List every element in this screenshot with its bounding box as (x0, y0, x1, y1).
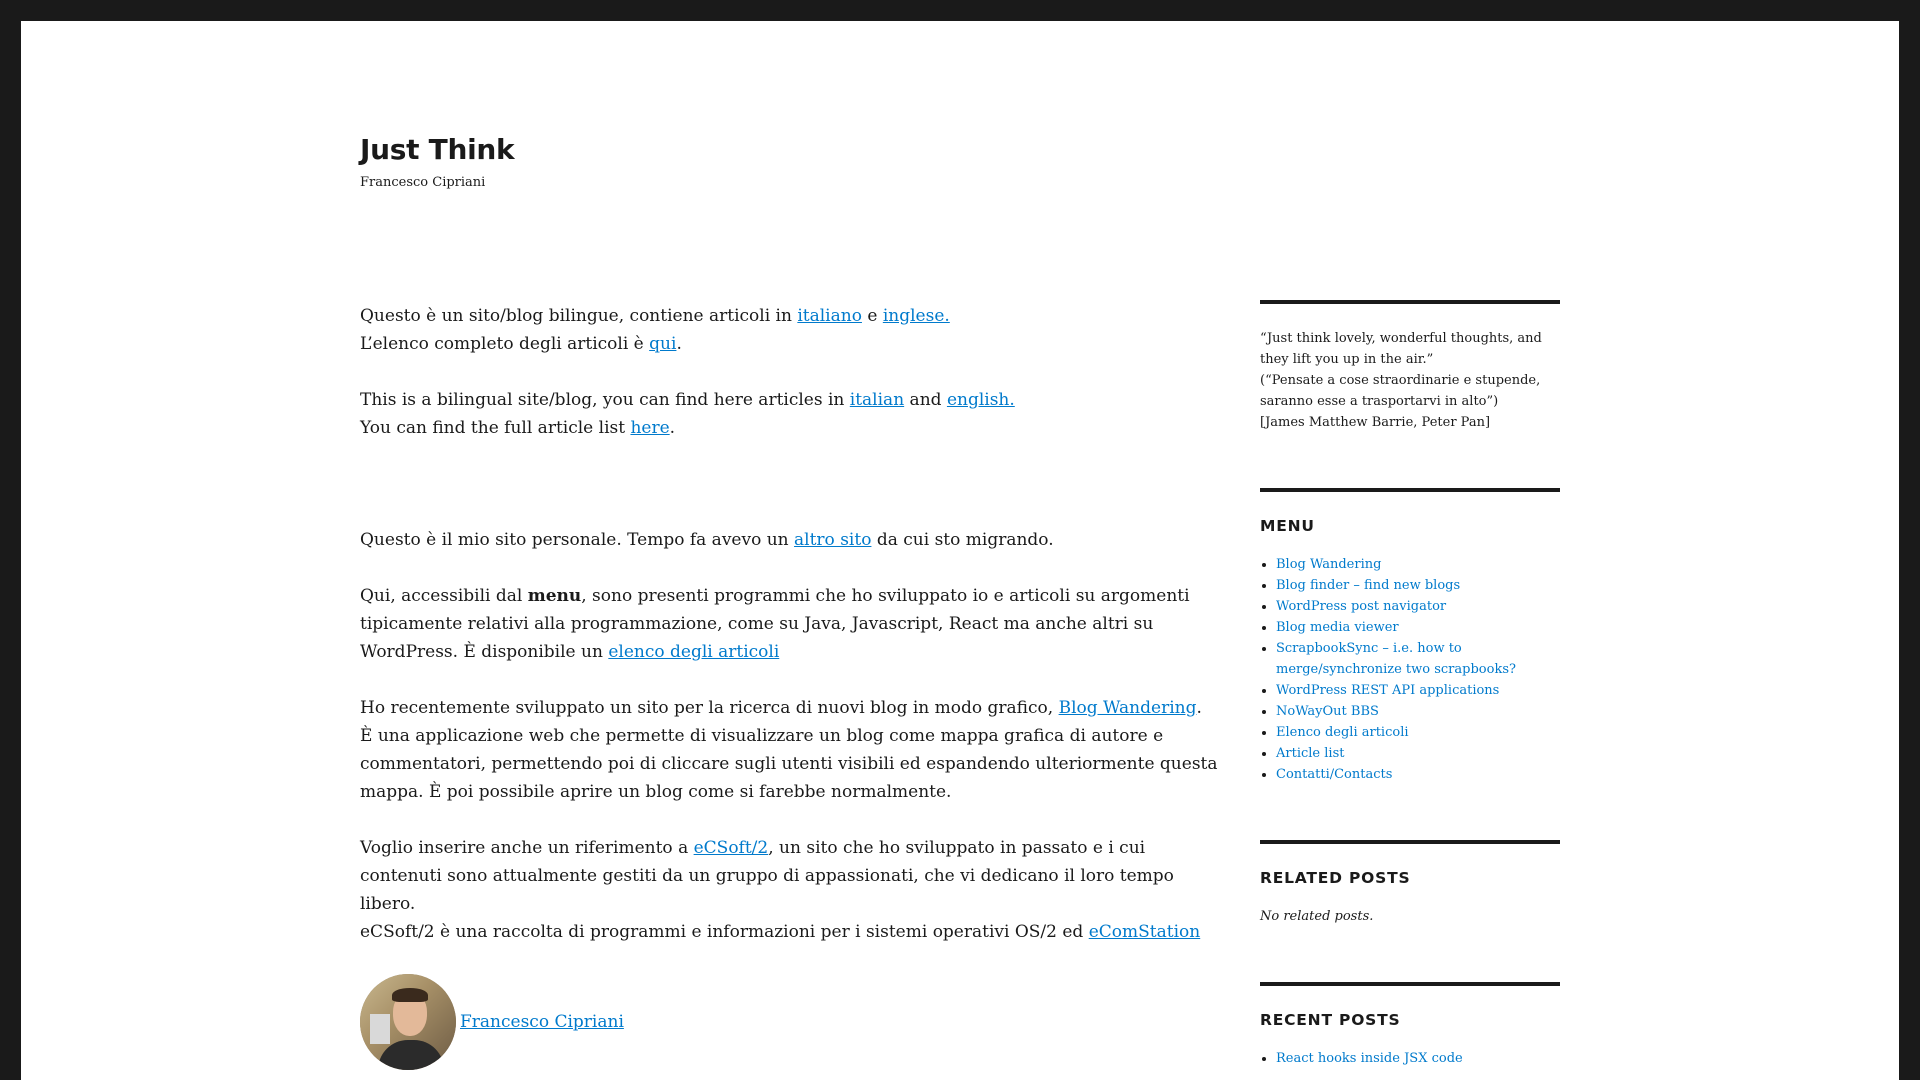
intro-text: . (676, 334, 682, 354)
intro-text: This is a bilingual site/blog, you can f… (360, 390, 850, 410)
page: Just Think Francesco Cipriani Questo è u… (21, 21, 1899, 1080)
recent-post-item[interactable]: React hooks inside JSX code (1276, 1048, 1560, 1069)
elenco-articoli-link[interactable]: elenco degli articoli (608, 642, 779, 662)
body-text: È una applicazione web che permette di v… (360, 726, 1218, 802)
recent-post-link[interactable]: React hooks inside JSX code (1276, 1051, 1463, 1066)
menu-item-label[interactable]: Blog media viewer (1276, 620, 1399, 635)
author-box: Francesco Cipriani (360, 974, 1220, 1070)
recent-posts-widget: RECENT POSTS React hooks inside JSX code (1260, 982, 1560, 1069)
menu-widget: MENU Blog Wandering Blog finder – find n… (1260, 488, 1560, 785)
altro-sito-link[interactable]: altro sito (794, 530, 871, 550)
quote-text: “Just think lovely, wonderful thoughts, … (1260, 331, 1542, 367)
menu-bold-text: menu (527, 586, 582, 606)
body-paragraph-3: Ho recentemente sviluppato un sito per l… (360, 694, 1220, 806)
menu-item-label[interactable]: WordPress REST API applications (1276, 683, 1499, 698)
menu-item-label[interactable]: NoWayOut BBS (1276, 704, 1379, 719)
recent-posts-list: React hooks inside JSX code (1260, 1048, 1560, 1069)
body-text: Ho recentemente sviluppato un sito per l… (360, 698, 1059, 718)
menu-item-label[interactable]: Elenco degli articoli (1276, 725, 1409, 740)
body-paragraph-4: Voglio inserire anche un riferimento a e… (360, 834, 1220, 946)
quote-attribution: [James Matthew Barrie, Peter Pan] (1260, 415, 1491, 430)
intro-en-line2: You can find the full article list here. (360, 414, 1220, 442)
menu-item[interactable]: WordPress REST API applications (1276, 680, 1560, 701)
menu-item-label[interactable]: Article list (1276, 746, 1344, 761)
body-text: da cui sto migrando. (871, 530, 1054, 550)
intro-text: L’elenco completo degli articoli è (360, 334, 650, 354)
menu-item[interactable]: WordPress post navigator (1276, 596, 1560, 617)
blog-wandering-link[interactable]: Blog Wandering (1059, 698, 1197, 718)
body-text: Questo è il mio sito personale. Tempo fa… (360, 530, 795, 550)
intro-text: . (669, 418, 676, 438)
intro-it-line1: Questo è un sito/blog bilingue, contiene… (360, 302, 1220, 330)
menu-list: Blog Wandering Blog finder – find new bl… (1260, 554, 1560, 785)
related-posts-title: RELATED POSTS (1260, 869, 1411, 887)
quote-widget: “Just think lovely, wonderful thoughts, … (1260, 300, 1560, 433)
intro-it-line2: L’elenco completo degli articoli è qui. (360, 330, 1220, 358)
quote-translation: (“Pensate a cose straordinarie e stupend… (1260, 373, 1541, 409)
italian-link[interactable]: italian (850, 390, 904, 410)
here-link[interactable]: here (630, 418, 669, 438)
menu-item-label[interactable]: WordPress post navigator (1276, 599, 1446, 614)
body-text: Qui, accessibili dal (360, 586, 528, 606)
menu-item-label[interactable]: Blog finder – find new blogs (1276, 578, 1460, 593)
menu-item-label[interactable]: Blog Wandering (1276, 557, 1381, 572)
related-posts-empty: No related posts. (1260, 909, 1374, 924)
menu-title: MENU (1260, 517, 1315, 535)
related-posts-widget: RELATED POSTS No related posts. (1260, 840, 1560, 927)
menu-item[interactable]: Blog Wandering (1276, 554, 1560, 575)
menu-item[interactable]: Elenco degli articoli (1276, 722, 1560, 743)
menu-item[interactable]: ScrapbookSync – i.e. how to merge/synchr… (1276, 638, 1560, 680)
qui-link[interactable]: qui (649, 334, 676, 354)
body-paragraph-1: Questo è il mio sito personale. Tempo fa… (360, 526, 1220, 554)
intro-text: e (861, 306, 883, 326)
body-paragraph-2: Qui, accessibili dal menu, sono presenti… (360, 582, 1220, 666)
italiano-link[interactable]: italiano (797, 306, 862, 326)
intro-text: Questo è un sito/blog bilingue, contiene… (360, 306, 798, 326)
recent-posts-title: RECENT POSTS (1260, 1011, 1401, 1029)
body-text: eCSoft/2 è una raccolta di programmi e i… (360, 922, 1089, 942)
intro-text: and (904, 390, 947, 410)
body-text: . (1196, 698, 1202, 718)
site-title[interactable]: Just Think (360, 130, 515, 170)
site-description: Francesco Cipriani (360, 175, 486, 190)
menu-item[interactable]: Article list (1276, 743, 1560, 764)
menu-item[interactable]: Blog finder – find new blogs (1276, 575, 1560, 596)
menu-item[interactable]: Contatti/Contacts (1276, 764, 1560, 785)
inglese-link[interactable]: inglese. (883, 306, 950, 326)
menu-item[interactable]: NoWayOut BBS (1276, 701, 1560, 722)
intro-en-line1: This is a bilingual site/blog, you can f… (360, 386, 1220, 414)
author-link[interactable]: Francesco Cipriani (460, 1008, 624, 1036)
menu-item-label[interactable]: Contatti/Contacts (1276, 767, 1392, 782)
avatar[interactable] (360, 974, 456, 1070)
intro-text: You can find the full article list (360, 418, 631, 438)
main-content: Questo è un sito/blog bilingue, contiene… (360, 302, 1220, 1070)
ecomstation-link[interactable]: eComStation (1089, 922, 1201, 942)
sidebar: “Just think lovely, wonderful thoughts, … (1260, 300, 1560, 1069)
ecsoft2-link[interactable]: eCSoft/2 (694, 838, 769, 858)
menu-item-label[interactable]: ScrapbookSync – i.e. how to merge/synchr… (1276, 641, 1516, 677)
body-text: Voglio inserire anche un riferimento a (360, 838, 694, 858)
menu-item[interactable]: Blog media viewer (1276, 617, 1560, 638)
english-link[interactable]: english. (947, 390, 1015, 410)
